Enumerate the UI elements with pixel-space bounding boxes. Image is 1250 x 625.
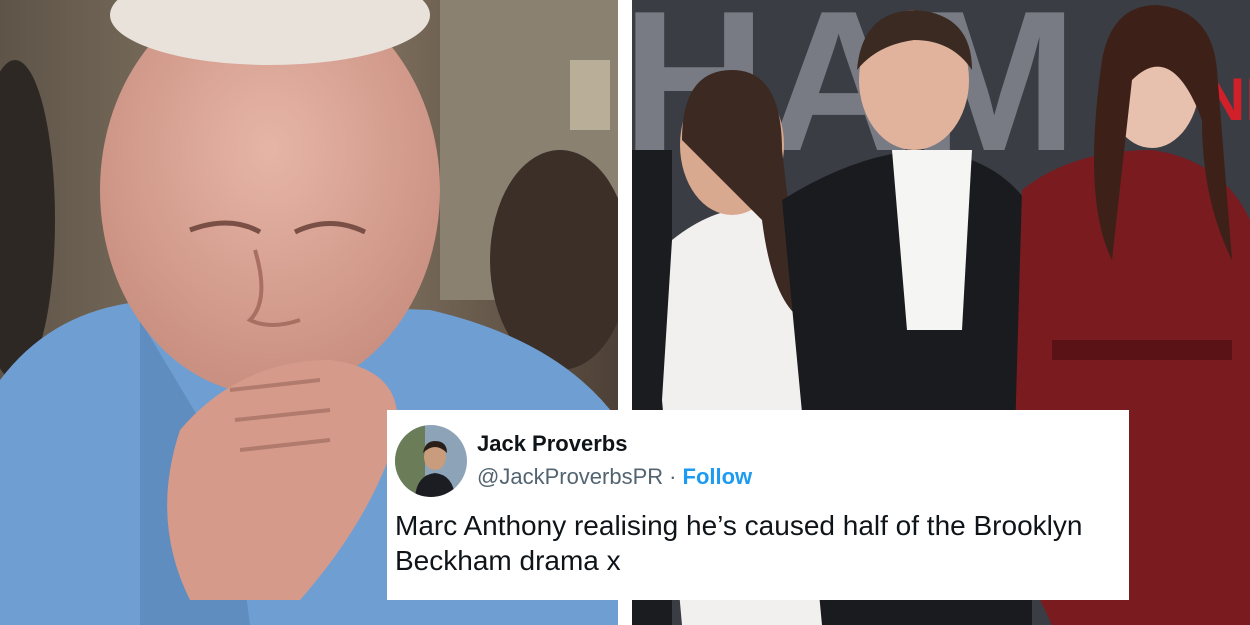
separator-dot: · xyxy=(669,464,677,489)
tweet-header: Jack Proverbs @JackProverbsPR · Follow xyxy=(395,424,1119,498)
display-name[interactable]: Jack Proverbs xyxy=(477,430,752,458)
tweet-card: Jack Proverbs @JackProverbsPR · Follow M… xyxy=(387,410,1129,600)
user-handle[interactable]: @JackProverbsPR xyxy=(477,462,663,492)
handle-row: @JackProverbsPR · Follow xyxy=(477,462,752,492)
avatar-image xyxy=(395,425,467,497)
avatar[interactable] xyxy=(395,425,467,497)
tweet-text: Marc Anthony realising he’s caused half … xyxy=(395,510,1083,576)
follow-button[interactable]: Follow xyxy=(683,462,753,492)
user-meta: Jack Proverbs @JackProverbsPR · Follow xyxy=(477,430,752,492)
